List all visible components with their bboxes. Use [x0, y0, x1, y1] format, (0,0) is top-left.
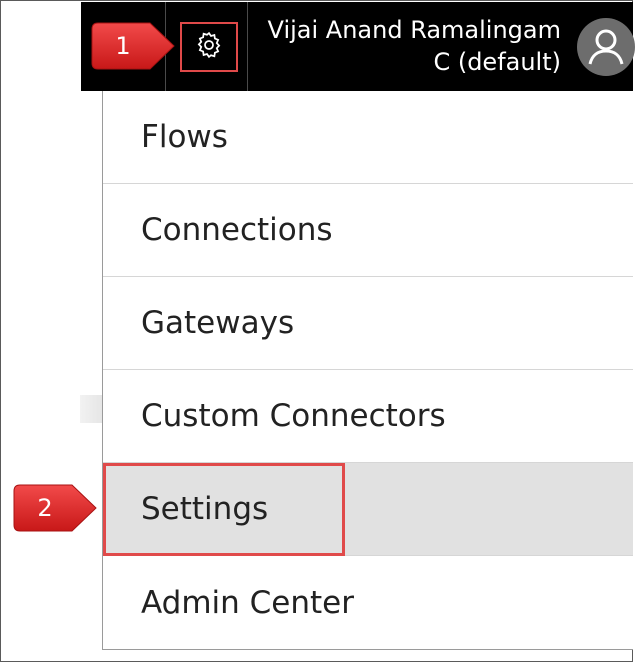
menu-item-label: Custom Connectors: [141, 398, 446, 434]
menu-item-label: Gateways: [141, 305, 295, 341]
account-name[interactable]: Vijai Anand Ramalingam C (default): [268, 14, 561, 78]
menu-item-custom-connectors[interactable]: Custom Connectors: [103, 370, 633, 463]
step-2-callout: 2: [12, 483, 98, 533]
user-avatar[interactable]: [577, 18, 635, 76]
step-1-callout: 1: [90, 21, 176, 71]
gear-icon: [194, 30, 224, 64]
menu-item-flows[interactable]: Flows: [103, 91, 633, 184]
account-name-line1: Vijai Anand Ramalingam: [267, 16, 561, 44]
menu-item-label: Flows: [141, 119, 228, 155]
step-1-number: 1: [115, 32, 131, 60]
settings-gear-button[interactable]: [180, 22, 238, 72]
menu-item-label: Admin Center: [141, 584, 354, 621]
account-name-line2: C (default): [433, 48, 561, 76]
menu-item-gateways[interactable]: Gateways: [103, 277, 633, 370]
menu-item-admin-center[interactable]: Admin Center: [103, 556, 633, 649]
step-2-number: 2: [37, 494, 53, 522]
user-avatar-icon: [577, 29, 635, 76]
settings-highlight-box: [103, 463, 345, 556]
menu-item-connections[interactable]: Connections: [103, 184, 633, 277]
background-fragment: [80, 395, 102, 423]
header-divider: [247, 2, 248, 91]
menu-item-label: Connections: [141, 212, 333, 248]
settings-dropdown-menu: Flows Connections Gateways Custom Connec…: [102, 91, 633, 650]
